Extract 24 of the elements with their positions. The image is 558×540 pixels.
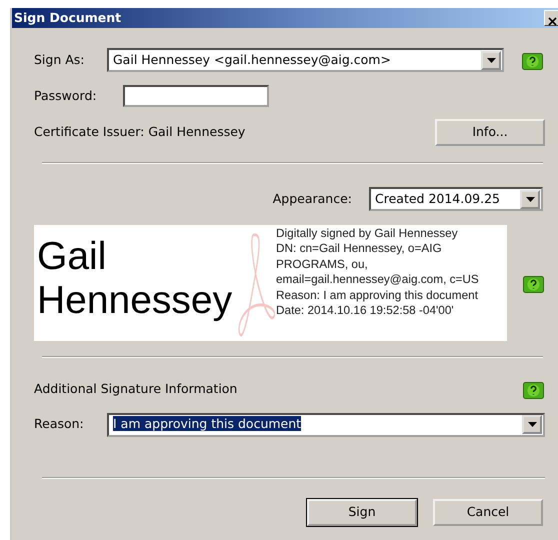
signature-detail-text: Reason: I am approving this document: [276, 288, 479, 304]
cancel-button[interactable]: Cancel: [433, 498, 543, 526]
close-icon[interactable]: [544, 10, 558, 26]
password-field[interactable]: [123, 85, 269, 107]
signature-detail-text: Digitally signed by Gail Hennessey: [276, 226, 459, 242]
field-label: Password:: [34, 86, 98, 105]
signature-detail-text: DN: cn=Gail Hennessey, o=AIG PROGRAMS, ou, email=gail.hennessey@aig.com, c=US: [276, 241, 480, 288]
ribbon-logo-icon: [237, 233, 275, 337]
help-icon[interactable]: [523, 274, 544, 292]
section-heading: Additional Signature Information: [34, 380, 238, 398]
sign-as-dropdown[interactable]: Gail Hennessey <gail.hennessey@aig.com>: [107, 48, 504, 72]
help-icon[interactable]: [523, 380, 544, 398]
field-label: Appearance:: [272, 190, 352, 208]
appearance-dropdown[interactable]: Created 2014.09.25: [369, 187, 543, 211]
sign-button[interactable]: Sign: [307, 498, 417, 526]
signer-name: Gail Hennessey: [37, 235, 234, 323]
window-title: Sign Document: [14, 8, 122, 27]
reason-dropdown[interactable]: I am approving this document: [107, 412, 545, 437]
help-icon[interactable]: [522, 52, 543, 68]
info-button[interactable]: Info...: [435, 119, 545, 146]
signature-detail-text: Date: 2014.10.16 19:52:58 -04'00': [276, 303, 455, 318]
field-label: Reason:: [34, 415, 85, 434]
certificate-issuer-text: Certificate Issuer: Gail Hennessey: [34, 123, 246, 142]
field-label: Sign As:: [34, 50, 86, 69]
